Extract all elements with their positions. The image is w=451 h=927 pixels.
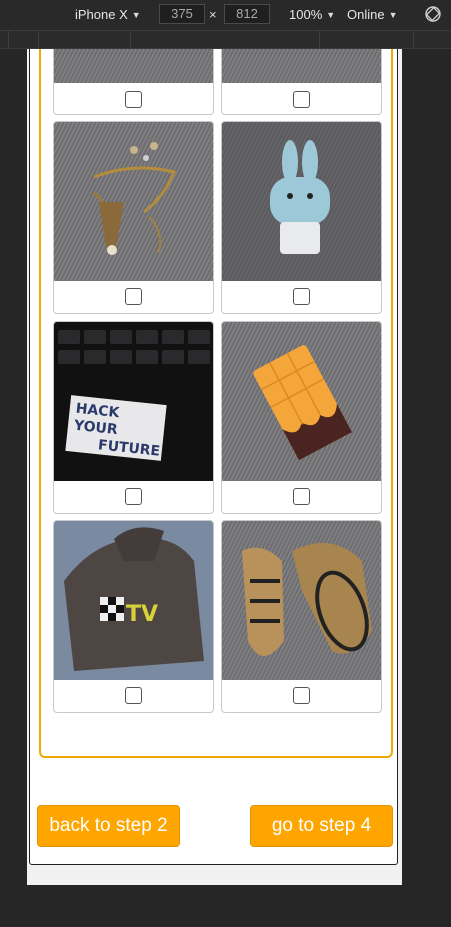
zoom-value: 100% <box>289 7 323 22</box>
chevron-down-icon: ▼ <box>326 9 336 20</box>
photo-hack-your-future-sticker: HACK YOUR FUTURE <box>54 322 213 481</box>
zoom-select[interactable]: 100% ▼ <box>289 7 335 22</box>
device-name: iPhone X <box>75 7 128 22</box>
photo-mtv-hoodie: TV <box>54 521 213 680</box>
select-checkbox[interactable] <box>125 488 142 505</box>
go-to-step-4-button[interactable]: go to step 4 <box>250 805 393 847</box>
photo-tile: HACK YOUR FUTURE <box>53 321 214 514</box>
select-checkbox[interactable] <box>293 91 310 108</box>
photo-tile <box>221 121 382 314</box>
chevron-down-icon: ▼ <box>388 9 398 20</box>
select-checkbox[interactable] <box>293 288 310 305</box>
height-input[interactable]: 812 <box>224 4 270 24</box>
photo-gallery: HACK YOUR FUTURE TV <box>39 49 393 758</box>
photo-tile: TV <box>53 520 214 713</box>
network-value: Online <box>347 7 385 22</box>
photo-tile <box>221 520 382 713</box>
device-viewport: HACK YOUR FUTURE TV back to step 2 go to… <box>27 49 402 885</box>
photo-bunny-bottle <box>222 122 381 281</box>
select-checkbox[interactable] <box>125 687 142 704</box>
select-checkbox[interactable] <box>125 91 142 108</box>
chevron-down-icon: ▼ <box>131 9 141 20</box>
device-select[interactable]: iPhone X ▼ <box>75 7 141 22</box>
photo-tile <box>53 49 214 115</box>
devtools-device-toolbar: iPhone X ▼ 375 × 812 100% ▼ Online ▼ <box>0 0 451 31</box>
page-container: HACK YOUR FUTURE TV back to step 2 go to… <box>29 49 398 865</box>
hoodie-logo: TV <box>126 602 158 627</box>
photo-tile <box>221 49 382 115</box>
select-checkbox[interactable] <box>293 687 310 704</box>
select-checkbox[interactable] <box>125 288 142 305</box>
media-query-bar <box>0 31 451 49</box>
dimension-separator: × <box>209 7 217 22</box>
photo-gold-sneakers <box>222 521 381 680</box>
photo-tile <box>53 121 214 314</box>
photo-chocolate-bar <box>222 322 381 481</box>
photo-tile <box>221 321 382 514</box>
back-to-step-2-button[interactable]: back to step 2 <box>37 805 180 847</box>
select-checkbox[interactable] <box>293 488 310 505</box>
rotate-device-icon[interactable] <box>424 5 442 23</box>
network-throttle-select[interactable]: Online ▼ <box>347 7 398 22</box>
photo-dark-object <box>222 49 381 83</box>
photo-jewelry <box>54 122 213 281</box>
photo-orange-object <box>54 49 213 83</box>
width-input[interactable]: 375 <box>159 4 205 24</box>
